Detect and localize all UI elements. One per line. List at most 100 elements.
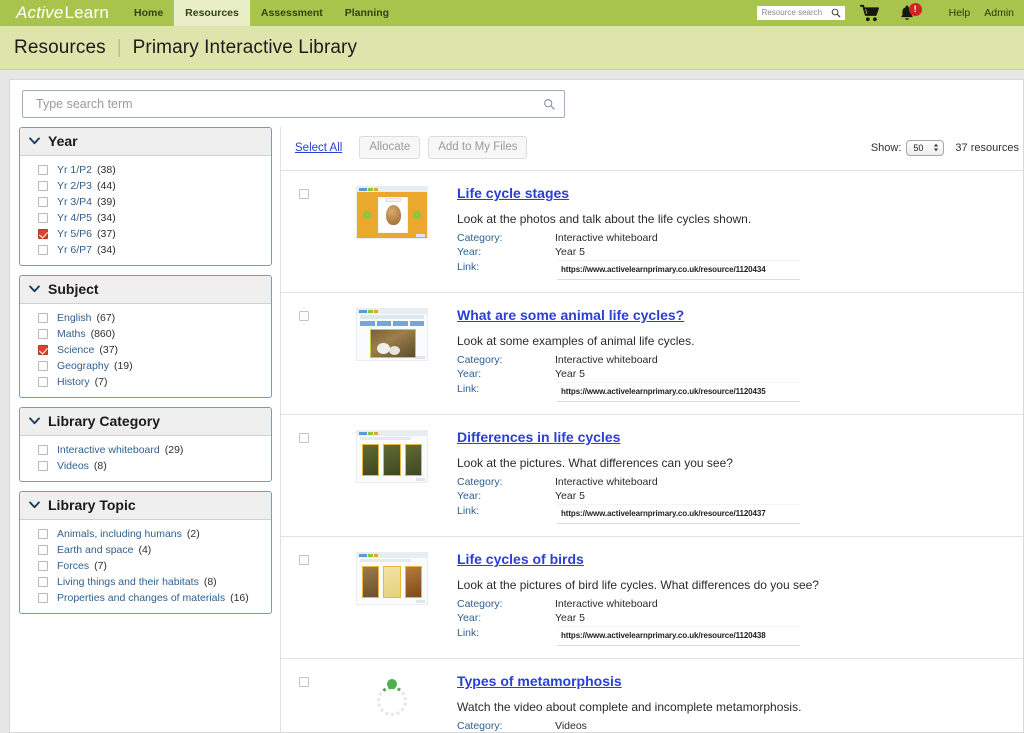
checkbox[interactable] — [38, 245, 48, 255]
primary-nav-tabs: Home Resources Assessment Planning — [123, 0, 400, 26]
checkbox-checked[interactable] — [38, 229, 48, 239]
facet-option-yr4p5[interactable]: Yr 4/P5 (34) — [20, 210, 271, 226]
resource-title-link[interactable]: Life cycle stages — [457, 185, 569, 201]
search-input[interactable] — [34, 96, 538, 112]
checkbox[interactable] — [38, 545, 48, 555]
resource-link-field[interactable]: https://www.activelearnprimary.co.uk/res… — [557, 382, 800, 402]
checkbox[interactable] — [38, 461, 48, 471]
facet-subject-header[interactable]: Subject — [20, 276, 271, 304]
facet-option-count: (67) — [96, 311, 115, 325]
facet-option-label: Yr 5/P6 — [57, 227, 92, 241]
facet-option-yr6p7[interactable]: Yr 6/P7 (34) — [20, 242, 271, 258]
facet-library-topic-header[interactable]: Library Topic — [20, 492, 271, 520]
facet-option-yr3p4[interactable]: Yr 3/P4 (39) — [20, 194, 271, 210]
resource-search-input[interactable]: Resource search — [757, 6, 845, 20]
facet-year-header[interactable]: Year — [20, 128, 271, 156]
facet-option-history[interactable]: History (7) — [20, 374, 271, 390]
nav-link-help[interactable]: Help — [949, 7, 971, 19]
facet-option-maths[interactable]: Maths (860) — [20, 326, 271, 342]
resource-link-field[interactable]: https://www.activelearnprimary.co.uk/res… — [557, 626, 800, 646]
row-checkbox[interactable] — [299, 677, 309, 687]
facet-option-label: History — [57, 375, 90, 389]
select-all-link[interactable]: Select All — [295, 142, 342, 154]
facet-option-living-things-and-their-habitats[interactable]: Living things and their habitats (8) — [20, 574, 271, 590]
allocate-button[interactable]: Allocate — [359, 136, 420, 159]
row-details: Types of metamorphosis Watch the video a… — [457, 673, 1023, 733]
checkbox[interactable] — [38, 213, 48, 223]
meta-year: Year: Year 5 — [457, 245, 1007, 259]
table-row: Life cycles of birds Look at the picture… — [281, 537, 1023, 659]
checkbox[interactable] — [38, 561, 48, 571]
facet-option-properties-and-changes-of-materials[interactable]: Properties and changes of materials (16) — [20, 590, 271, 606]
facet-option-yr5p6[interactable]: Yr 5/P6 (37) — [20, 226, 271, 242]
checkbox[interactable] — [38, 377, 48, 387]
resource-title-link[interactable]: Differences in life cycles — [457, 429, 620, 445]
row-checkbox[interactable] — [299, 311, 309, 321]
nav-tab-assessment[interactable]: Assessment — [250, 0, 334, 26]
notifications-bell[interactable]: ! — [897, 4, 917, 22]
resource-thumbnail-loading — [356, 674, 428, 727]
nav-link-admin[interactable]: Admin — [984, 7, 1014, 19]
facet-option-earth-and-space[interactable]: Earth and space (4) — [20, 542, 271, 558]
page-size-select[interactable]: 50 — [906, 140, 944, 156]
facet-option-geography[interactable]: Geography (19) — [20, 358, 271, 374]
row-checkbox[interactable] — [299, 433, 309, 443]
facet-option-yr1p2[interactable]: Yr 1/P2 (38) — [20, 162, 271, 178]
facet-option-forces[interactable]: Forces (7) — [20, 558, 271, 574]
facet-library-category-header[interactable]: Library Category — [20, 408, 271, 436]
meta-year: Year: Year 5 — [457, 489, 1007, 503]
meta-value: Year 5 — [555, 489, 585, 503]
facet-option-videos[interactable]: Videos (8) — [20, 458, 271, 474]
search-box[interactable] — [22, 90, 565, 118]
checkbox[interactable] — [38, 593, 48, 603]
resource-title-link[interactable]: What are some animal life cycles? — [457, 307, 684, 323]
facet-option-animals-including-humans[interactable]: Animals, including humans (2) — [20, 526, 271, 542]
nav-tab-home[interactable]: Home — [123, 0, 174, 26]
resource-thumbnail[interactable] — [356, 308, 428, 361]
checkbox[interactable] — [38, 529, 48, 539]
row-thumbnail-cell — [327, 307, 457, 361]
row-checkbox[interactable] — [299, 189, 309, 199]
shopping-cart-icon[interactable] — [859, 4, 881, 22]
facet-option-label: Living things and their habitats — [57, 575, 199, 589]
resource-thumbnail[interactable] — [356, 552, 428, 605]
resource-link-url: https://www.activelearnprimary.co.uk/res… — [561, 509, 766, 518]
meta-category: Category: Videos — [457, 719, 1007, 733]
row-thumbnail-cell — [327, 551, 457, 605]
resource-thumbnail[interactable] — [356, 430, 428, 483]
facet-option-science[interactable]: Science (37) — [20, 342, 271, 358]
resource-link-field[interactable]: https://www.activelearnprimary.co.uk/res… — [557, 504, 800, 524]
facet-option-english[interactable]: English (67) — [20, 310, 271, 326]
checkbox[interactable] — [38, 445, 48, 455]
facet-subject: Subject English (67) Maths (860) — [19, 275, 272, 398]
checkbox[interactable] — [38, 181, 48, 191]
meta-category: Category: Interactive whiteboard — [457, 353, 1007, 367]
chevron-down-icon — [29, 285, 40, 293]
breadcrumb-parent[interactable]: Resources — [14, 37, 106, 59]
facet-option-interactive-whiteboard[interactable]: Interactive whiteboard (29) — [20, 442, 271, 458]
row-select-cell — [281, 429, 327, 443]
resource-link-field[interactable]: https://www.activelearnprimary.co.uk/res… — [557, 260, 800, 280]
nav-tab-resources[interactable]: Resources — [174, 0, 250, 26]
loading-spinner-dot — [387, 679, 397, 689]
checkbox[interactable] — [38, 361, 48, 371]
table-row: What are some animal life cycles? Look a… — [281, 293, 1023, 415]
nav-tab-planning[interactable]: Planning — [334, 0, 400, 26]
activelearn-logo[interactable]: ActiveLearn — [0, 0, 123, 26]
row-checkbox[interactable] — [299, 555, 309, 565]
resource-title-link[interactable]: Life cycles of birds — [457, 551, 584, 567]
facet-option-count: (7) — [95, 375, 108, 389]
checkbox[interactable] — [38, 577, 48, 587]
table-row: Types of metamorphosis Watch the video a… — [281, 659, 1023, 733]
add-to-my-files-button[interactable]: Add to My Files — [428, 136, 527, 159]
checkbox[interactable] — [38, 329, 48, 339]
checkbox[interactable] — [38, 197, 48, 207]
resource-title-link[interactable]: Types of metamorphosis — [457, 673, 622, 689]
checkbox-checked[interactable] — [38, 345, 48, 355]
checkbox[interactable] — [38, 165, 48, 175]
checkbox[interactable] — [38, 313, 48, 323]
search-icon[interactable] — [543, 98, 556, 111]
facet-option-yr2p3[interactable]: Yr 2/P3 (44) — [20, 178, 271, 194]
meta-label: Category: — [457, 475, 555, 489]
resource-thumbnail[interactable] — [356, 186, 428, 239]
